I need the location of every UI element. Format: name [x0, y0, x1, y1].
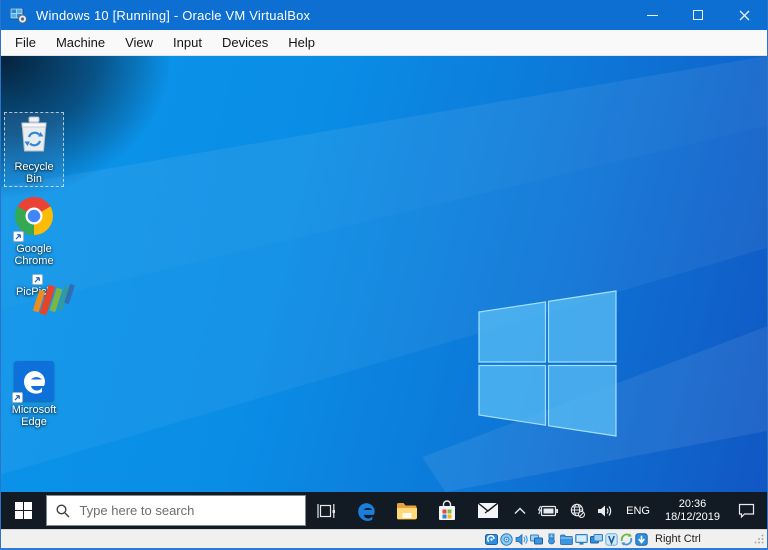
desktop-icon-google-chrome[interactable]: Google Chrome [4, 195, 64, 268]
tray-overflow-button[interactable] [508, 492, 532, 529]
taskbar-mail-button[interactable] [468, 492, 509, 529]
desktop-icon-picpick[interactable]: PicPick [4, 274, 75, 316]
taskbar-file-explorer-button[interactable] [387, 492, 428, 529]
vm-window-icon [10, 7, 27, 23]
keyboard-capture-icon[interactable] [635, 532, 648, 546]
menu-view[interactable]: View [115, 31, 163, 54]
statusbar-device-icons [485, 532, 648, 546]
speaker-icon [598, 505, 612, 516]
display-icon[interactable] [575, 533, 588, 546]
windows-start-icon [15, 502, 33, 519]
optical-drives-icon[interactable] [500, 532, 513, 546]
tray-volume-button[interactable] [591, 492, 619, 529]
edge-icon [12, 361, 54, 403]
desktop-icon-recycle-bin[interactable]: Recycle Bin [4, 112, 64, 187]
search-input[interactable] [79, 503, 280, 518]
system-tray: ENG 20:36 18/12/2019 [508, 492, 767, 529]
globe-no-internet-icon [570, 503, 586, 518]
close-button[interactable] [721, 0, 767, 30]
close-icon [739, 10, 749, 20]
tray-language-indicator[interactable]: ENG [619, 505, 657, 517]
guest-desktop[interactable]: Recycle Bin Google Chrome PicPick Micros… [1, 56, 767, 492]
minimize-button[interactable] [629, 0, 675, 30]
chevron-up-icon [514, 507, 526, 514]
shortcut-arrow-overlay [12, 392, 23, 403]
recycle-bin-icon [17, 115, 51, 158]
mail-icon [477, 502, 499, 518]
desktop-icon-label: Recycle Bin [14, 161, 54, 185]
taskbar-search[interactable] [46, 495, 306, 526]
desktop-icon-microsoft-edge[interactable]: Microsoft Edge [4, 359, 64, 429]
window-title: Windows 10 [Running] - Oracle VM Virtual… [36, 7, 311, 23]
action-center-icon [738, 503, 755, 518]
shared-folders-icon[interactable] [560, 533, 573, 546]
task-view-button[interactable] [306, 492, 347, 529]
search-icon [56, 503, 70, 517]
menu-input[interactable]: Input [163, 31, 212, 54]
maximize-button[interactable] [675, 0, 721, 30]
host-key-indicator: Right Ctrl [655, 533, 701, 545]
shortcut-arrow-overlay [32, 274, 43, 285]
features-icon[interactable] [605, 532, 618, 546]
taskbar-store-button[interactable] [427, 492, 468, 529]
shortcut-arrow-overlay [13, 231, 24, 242]
mouse-integration-icon[interactable] [620, 532, 633, 546]
recording-icon[interactable] [590, 533, 603, 546]
menu-file[interactable]: File [5, 31, 46, 54]
resize-grip[interactable] [754, 534, 764, 544]
tray-clock[interactable]: 20:36 18/12/2019 [657, 498, 728, 524]
tray-date: 18/12/2019 [664, 510, 721, 523]
hard-disks-icon[interactable] [485, 533, 498, 546]
file-explorer-icon [396, 502, 417, 519]
maximize-icon [693, 10, 703, 20]
network-icon[interactable] [530, 533, 543, 546]
guest-taskbar: ENG 20:36 18/12/2019 [1, 492, 767, 529]
virtualbox-vm-window: Windows 10 [Running] - Oracle VM Virtual… [0, 0, 768, 550]
tray-battery-button[interactable] [532, 492, 564, 529]
desktop-icon-label: Google Chrome [14, 243, 54, 267]
audio-icon[interactable] [515, 533, 528, 546]
menu-devices[interactable]: Devices [212, 31, 278, 54]
wallpaper-dark-corner [1, 56, 767, 492]
menu-machine[interactable]: Machine [46, 31, 115, 54]
microsoft-store-icon [439, 500, 456, 520]
desktop-icon-label: Microsoft Edge [11, 404, 57, 428]
tray-time: 20:36 [678, 497, 707, 510]
action-center-button[interactable] [728, 492, 767, 529]
edge-taskbar-icon [358, 502, 375, 521]
start-button[interactable] [1, 492, 46, 529]
menu-help[interactable]: Help [278, 31, 325, 54]
windows-wallpaper-logo [478, 290, 617, 437]
task-view-icon [317, 503, 335, 518]
minimize-icon [646, 14, 658, 16]
battery-icon [538, 505, 559, 516]
usb-icon[interactable] [545, 533, 558, 546]
taskbar-edge-button[interactable] [346, 492, 387, 529]
titlebar[interactable]: Windows 10 [Running] - Oracle VM Virtual… [1, 0, 767, 30]
vbox-menubar: File Machine View Input Devices Help [1, 30, 767, 56]
vbox-statusbar: Right Ctrl [1, 529, 767, 548]
chrome-icon [13, 197, 53, 242]
tray-network-button[interactable] [564, 492, 591, 529]
